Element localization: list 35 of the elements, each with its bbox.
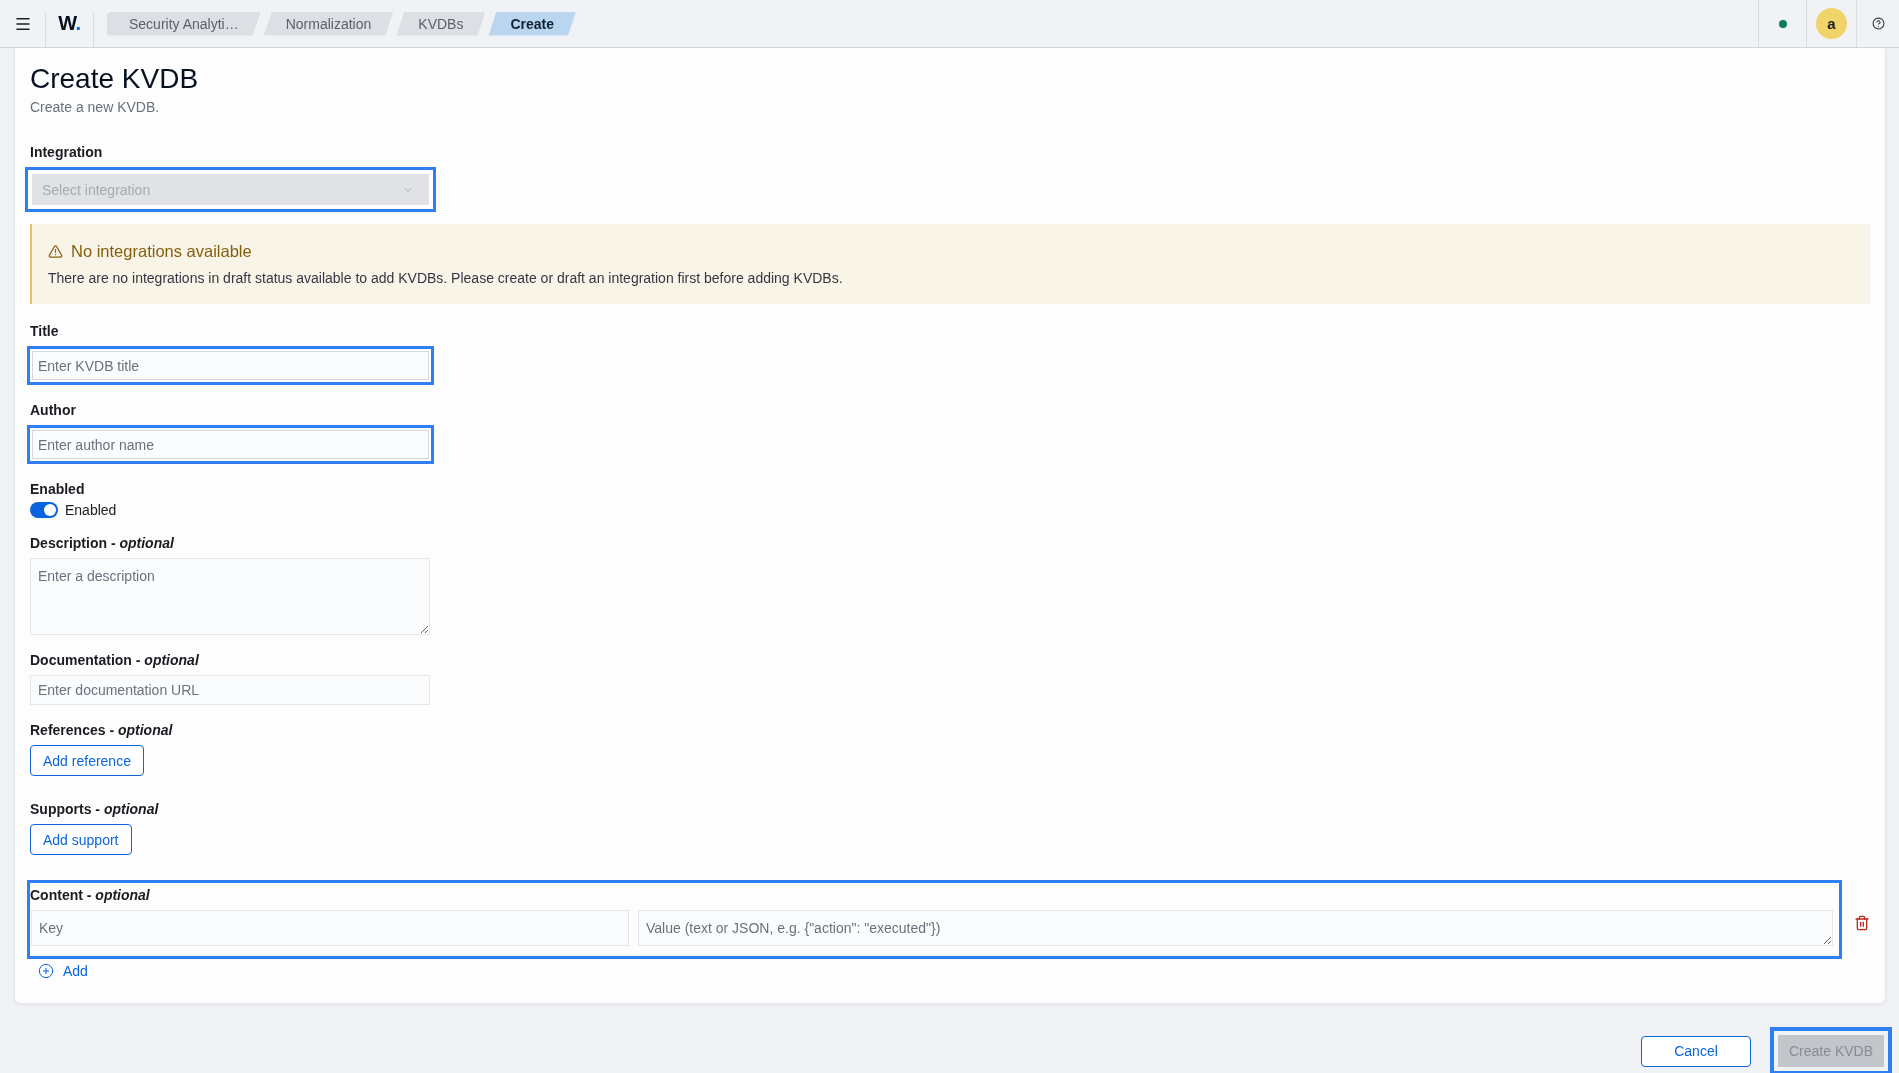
- text-input[interactable]: Enter KVDB title: [27, 346, 434, 385]
- textarea-input[interactable]: Enter a description: [30, 558, 430, 635]
- add-button[interactable]: Add reference: [30, 745, 144, 776]
- trash-icon[interactable]: [1854, 915, 1870, 931]
- callout-text: There are no integrations in draft status available to add KVDBs. Please create or draft an integration first before adding KVDBs.: [48, 270, 844, 286]
- page-title: Create KVDB: [30, 62, 200, 96]
- field-label: Documentation - optional: [30, 652, 199, 668]
- page-subtitle: Create a new KVDB.: [30, 99, 161, 115]
- callout-title: No integrations available: [71, 241, 252, 261]
- text-input[interactable]: Enter author name: [27, 425, 434, 464]
- breadcrumb-tab[interactable]: Normalization: [263, 11, 394, 36]
- field-label: Title: [30, 323, 59, 339]
- breadcrumb-tab[interactable]: Security Analyti…: [107, 11, 261, 36]
- field-label: Author: [30, 402, 76, 418]
- toggle-switch[interactable]: [30, 502, 58, 518]
- field-label: Integration: [30, 144, 103, 160]
- plus-circle-icon: [38, 963, 54, 979]
- field-label: Description - optional: [30, 535, 174, 551]
- field-label: Enabled: [30, 481, 85, 497]
- value-input[interactable]: Value (text or JSON, e.g. {"action": "executed"}): [638, 910, 1833, 946]
- field-label: Supports - optional: [30, 801, 159, 817]
- status-dot-icon: [1778, 19, 1787, 28]
- switch-label: Enabled: [65, 502, 117, 518]
- logo[interactable]: W.: [58, 12, 81, 35]
- key-input[interactable]: Key: [31, 910, 629, 946]
- avatar[interactable]: a: [1816, 8, 1847, 39]
- cancel-button[interactable]: Cancel: [1641, 1035, 1751, 1067]
- add-link[interactable]: Add: [38, 963, 88, 979]
- help-icon[interactable]: [1871, 17, 1885, 30]
- warning-icon: [48, 243, 63, 259]
- field-label: Content - optional: [30, 887, 150, 903]
- breadcrumb-tab[interactable]: KVDBs: [396, 11, 486, 36]
- breadcrumb-tab[interactable]: Create: [488, 11, 577, 36]
- field-label: References - optional: [30, 722, 173, 738]
- add-button[interactable]: Add support: [30, 824, 132, 855]
